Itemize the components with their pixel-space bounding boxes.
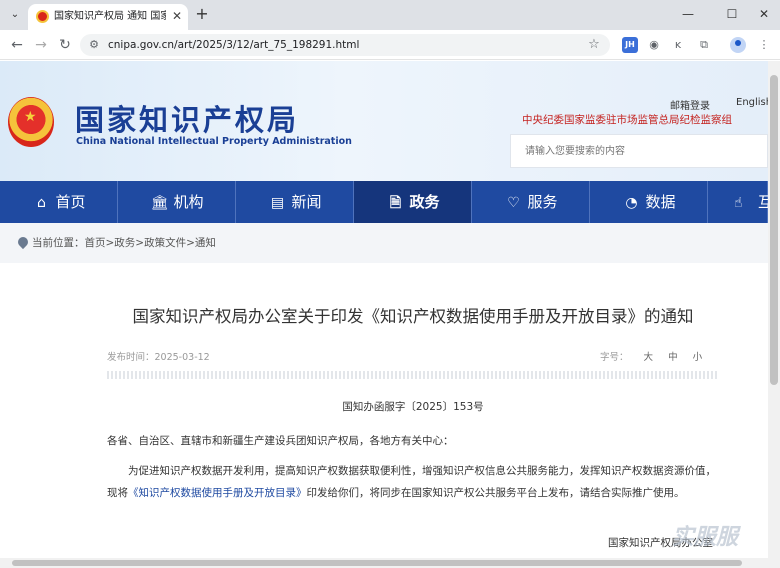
site-search-input[interactable]	[510, 134, 768, 168]
nav-item-services[interactable]: ♡ 服务	[472, 181, 590, 223]
nav-label: 服务	[527, 193, 558, 211]
font-size-controls: 字号： 大 中 小	[600, 349, 702, 363]
horizontal-scrollbar[interactable]	[0, 558, 780, 568]
forward-icon[interactable]: →	[32, 36, 50, 54]
site-name-en: China National Intellectual Property Adm…	[76, 136, 352, 147]
nav-item-data[interactable]: ◔ 数据	[590, 181, 708, 223]
nav-item-interaction[interactable]: ☝ 互	[708, 181, 768, 223]
document-icon: 🗎	[389, 195, 402, 211]
menu-dots-icon[interactable]: ⋮	[756, 37, 772, 53]
extension-circle-icon[interactable]: ◉	[646, 37, 662, 53]
nav-label: 互	[758, 193, 768, 211]
document-link[interactable]: 《知识产权数据使用手册及开放目录》	[128, 487, 307, 499]
maximize-icon[interactable]: ☐	[720, 4, 744, 24]
nav-item-institutions[interactable]: 🏛 机构	[118, 181, 236, 223]
extension-k-icon[interactable]: ĸ	[670, 37, 686, 53]
bookmark-star-icon[interactable]: ☆	[586, 37, 602, 53]
national-emblem-icon	[8, 97, 54, 147]
tab-title: 国家知识产权局 通知 国家知识产	[54, 11, 166, 22]
dotted-divider	[107, 371, 719, 379]
email-login-link[interactable]: 邮箱登录	[670, 97, 710, 112]
site-name-cn[interactable]: 国家知识产权局	[75, 97, 299, 139]
site-info-icon[interactable]: ⚙	[87, 38, 101, 52]
heart-hand-icon: ♡	[507, 195, 520, 211]
back-icon[interactable]: ←	[8, 36, 26, 54]
favicon-icon	[36, 10, 49, 23]
reload-icon[interactable]: ↻	[56, 36, 74, 54]
nav-label: 机构	[173, 193, 204, 211]
document-number: 国知办函服字〔2025〕153号	[342, 401, 484, 413]
extension-jh-icon[interactable]: JH	[622, 37, 638, 53]
org-link[interactable]: 中央纪委国家监委驻市场监管总局纪检监察组	[522, 112, 732, 127]
building-icon: 🏛	[150, 195, 169, 211]
location-pin-icon	[15, 234, 31, 250]
browser-tab-strip: ⌄ 国家知识产权局 通知 国家知识产 ✕ + — ☐ ✕	[0, 0, 780, 30]
extensions-puzzle-icon[interactable]: ⧉	[696, 37, 712, 53]
newspaper-icon: ▤	[270, 195, 285, 211]
font-size-small[interactable]: 小	[693, 352, 703, 363]
publish-date: 发布时间：2025-03-12	[107, 352, 210, 363]
main-nav: ⌂ 首页 🏛 机构 ▤ 新闻 🗎 政务 ♡ 服务 ◔ 数据 ☝ 互	[0, 181, 768, 223]
home-icon: ⌂	[37, 195, 46, 211]
page-viewport: 国家知识产权局 China National Intellectual Prop…	[0, 61, 768, 558]
font-size-medium[interactable]: 中	[668, 352, 678, 363]
nav-item-news[interactable]: ▤ 新闻	[236, 181, 354, 223]
breadcrumb[interactable]: 当前位置：首页>政务>政策文件>通知	[32, 235, 216, 250]
article-body: 国家知识产权局办公室关于印发《知识产权数据使用手册及开放目录》的通知 发布时间：…	[0, 263, 768, 558]
tab-close-icon[interactable]: ✕	[170, 9, 184, 23]
close-window-icon[interactable]: ✕	[752, 4, 776, 24]
font-size-large[interactable]: 大	[644, 352, 654, 363]
tab-search-icon[interactable]: ⌄	[6, 6, 24, 24]
horizontal-scroll-thumb[interactable]	[12, 560, 742, 566]
browser-tab[interactable]: 国家知识产权局 通知 国家知识产 ✕	[28, 4, 188, 30]
scroll-thumb[interactable]	[770, 75, 778, 385]
pie-chart-icon: ◔	[625, 195, 638, 211]
body-paragraph: 为促进知识产权数据开发利用，提高知识产权数据获取便利性，增强知识产权信息公共服务…	[107, 460, 719, 504]
site-header: 国家知识产权局 China National Intellectual Prop…	[0, 61, 768, 181]
nav-item-home[interactable]: ⌂ 首页	[0, 181, 118, 223]
nav-label: 政务	[409, 193, 440, 211]
font-size-label: 字号：	[600, 352, 629, 363]
paragraph-text-2: 印发给你们，将同步在国家知识产权公共服务平台上发布，请结合实际推广使用。	[306, 487, 685, 499]
profile-avatar[interactable]	[730, 37, 746, 53]
new-tab-button[interactable]: +	[193, 5, 211, 23]
breadcrumb-bar: 当前位置：首页>政务>政策文件>通知	[0, 223, 768, 263]
salutation: 各省、自治区、直辖市和新疆生产建设兵团知识产权局，各地方有关中心：	[107, 435, 454, 447]
nav-label: 数据	[645, 193, 676, 211]
hand-pointer-icon: ☝	[734, 195, 743, 211]
vertical-scrollbar[interactable]	[768, 61, 780, 558]
minimize-icon[interactable]: —	[676, 4, 700, 24]
browser-toolbar: ← → ↻ ⚙ cnipa.gov.cn/art/2025/3/12/art_7…	[0, 30, 780, 60]
watermark: 实服服	[672, 525, 739, 550]
url-text[interactable]: cnipa.gov.cn/art/2025/3/12/art_75_198291…	[108, 37, 359, 53]
nav-item-government-affairs[interactable]: 🗎 政务	[354, 181, 472, 223]
nav-label: 首页	[55, 193, 86, 211]
article-title: 国家知识产权局办公室关于印发《知识产权数据使用手册及开放目录》的通知	[132, 307, 694, 326]
english-link[interactable]: English	[736, 97, 768, 108]
address-bar[interactable]: ⚙ cnipa.gov.cn/art/2025/3/12/art_75_1982…	[80, 34, 610, 56]
nav-label: 新闻	[291, 193, 322, 211]
